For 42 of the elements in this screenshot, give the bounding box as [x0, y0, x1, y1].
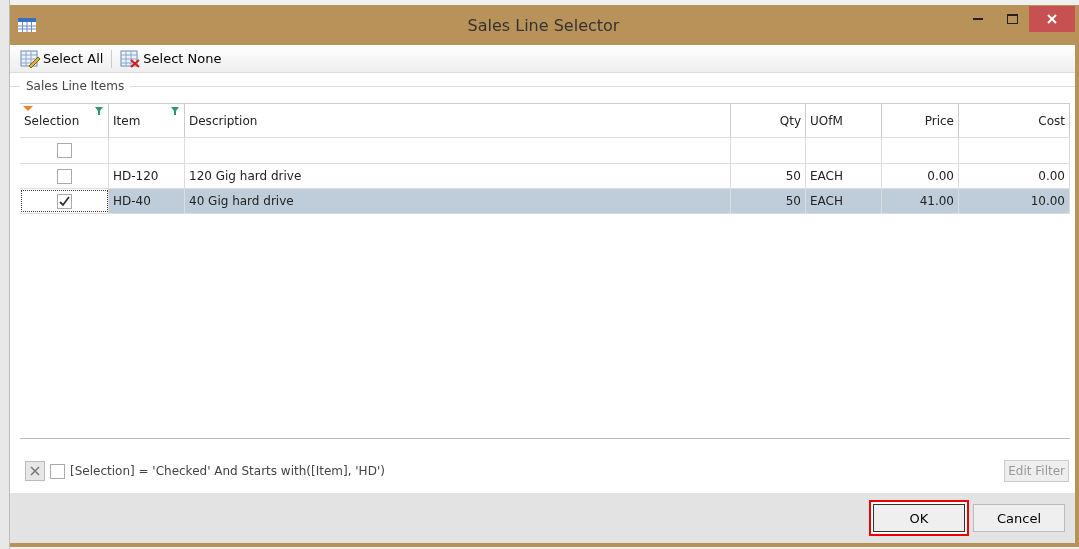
close-icon [30, 466, 40, 476]
minimize-icon [973, 17, 983, 21]
table-cell: HD-40 [113, 194, 151, 208]
table-cell: HD-120 [113, 169, 159, 183]
table-cell: 40 Gig hard drive [189, 194, 294, 208]
close-button[interactable] [1029, 6, 1075, 32]
column-header[interactable]: Item [109, 104, 185, 137]
table-cell: 50 [785, 169, 801, 183]
filter-icon[interactable] [95, 107, 103, 115]
filter-expression[interactable]: [Selection] = 'Checked' And Starts with([Item], 'HD') [70, 464, 1000, 478]
table-cell: EACH [810, 194, 843, 208]
select-all-button[interactable]: Select All [18, 49, 106, 68]
column-header[interactable]: Selection [20, 104, 109, 137]
checkbox[interactable] [50, 463, 65, 479]
checkbox[interactable] [56, 143, 72, 158]
group-title: Sales Line Items [26, 79, 125, 93]
table-cell: 10.00 [1030, 194, 1065, 208]
maximize-icon [1006, 14, 1018, 24]
column-header[interactable]: Qty [731, 104, 806, 137]
checkbox[interactable] [56, 168, 72, 184]
checkbox[interactable] [56, 193, 72, 209]
column-header[interactable]: Price [882, 104, 959, 137]
table-cell: 50 [785, 194, 801, 208]
grid-edit-icon [20, 49, 40, 68]
filter-icon[interactable] [171, 107, 179, 115]
select-none-button[interactable]: Select None [118, 49, 224, 68]
table-cell: 0.00 [1038, 169, 1065, 183]
table-cell: EACH [810, 169, 843, 183]
window-title: Sales Line Selector [466, 15, 621, 35]
clear-filter-button[interactable] [25, 461, 45, 481]
column-header[interactable]: Description [185, 104, 731, 137]
table-row[interactable]: HD-40 40 Gig hard drive 50 EACH 41.00 10.00 [20, 189, 1070, 214]
table-row[interactable]: HD-120 120 Gig hard drive 50 EACH 0.00 0.00 [20, 164, 1070, 189]
table-icon [18, 18, 36, 32]
column-header[interactable]: UOfM [806, 104, 882, 137]
column-header[interactable]: Cost [959, 104, 1070, 137]
table-cell: 120 Gig hard drive [189, 169, 302, 183]
table-cell: 0.00 [927, 169, 954, 183]
grid-delete-icon [120, 49, 141, 68]
table-cell: 41.00 [919, 194, 954, 208]
close-icon [1047, 14, 1057, 24]
cancel-button[interactable]: Cancel [973, 504, 1065, 532]
